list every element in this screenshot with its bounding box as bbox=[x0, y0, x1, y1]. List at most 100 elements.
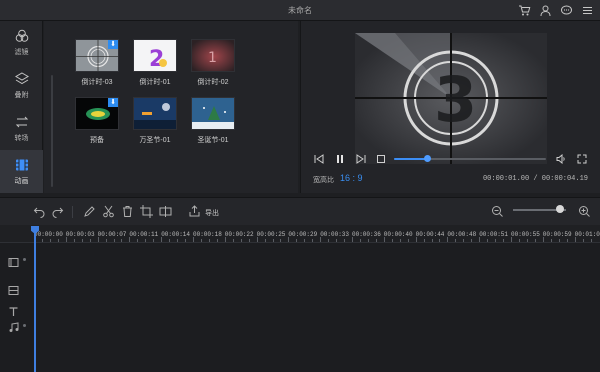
timeline-tick-label: 00:00:18 bbox=[193, 231, 222, 238]
timeline-tick-mark bbox=[240, 239, 242, 242]
timeline-tick-mark bbox=[590, 239, 592, 242]
library-item-countdown-02[interactable]: 1 倒计时-02 bbox=[191, 39, 235, 87]
timeline-tick-mark bbox=[367, 239, 369, 242]
thumbnail bbox=[133, 97, 177, 130]
timeline-tick-mark bbox=[208, 239, 210, 242]
stop-icon[interactable] bbox=[376, 154, 386, 164]
timeline-tick-mark bbox=[423, 239, 425, 242]
thumbnail: 2 bbox=[133, 39, 177, 72]
aspect-ratio-selector[interactable]: 16 : 9 bbox=[340, 173, 363, 183]
timeline-tick-mark bbox=[105, 239, 107, 242]
timeline-tick-mark bbox=[224, 237, 226, 242]
timeline-ruler[interactable]: 00:00:00 00:00:03 00:00:07 00:00:11 00:00:14… bbox=[0, 225, 600, 243]
timeline-tracks[interactable] bbox=[0, 243, 600, 372]
volume-icon[interactable] bbox=[556, 153, 566, 165]
timeline-tick-label: 00:00:29 bbox=[288, 231, 318, 238]
trash-icon[interactable] bbox=[121, 205, 134, 218]
next-frame-icon[interactable] bbox=[356, 154, 366, 164]
library-item-label: 倒计时-01 bbox=[139, 79, 171, 86]
overlay-icon bbox=[14, 71, 30, 87]
timeline-tick-mark bbox=[121, 239, 123, 242]
timeline-tick-mark bbox=[153, 239, 155, 242]
progress-fill bbox=[394, 158, 428, 160]
thumbnail: ⬇ bbox=[75, 97, 119, 130]
timeline-tick-label: 00:00:40 bbox=[383, 231, 413, 238]
zoom-in-icon[interactable] bbox=[578, 205, 591, 218]
timeline-tick-label: 00:00:14 bbox=[161, 231, 190, 238]
timeline-tick-label: 00:00:25 bbox=[256, 231, 286, 238]
timeline-tick-mark bbox=[272, 239, 274, 242]
timeline-tick-mark bbox=[49, 239, 51, 242]
track-add-dot[interactable] bbox=[23, 324, 26, 327]
timeline-tick-mark bbox=[336, 239, 338, 242]
timeline-tick-label: 00:01:02 bbox=[574, 231, 600, 238]
redo-icon[interactable] bbox=[51, 205, 64, 218]
undo-icon[interactable] bbox=[33, 205, 46, 218]
text-track-icon bbox=[8, 306, 19, 317]
timeline-tick-mark bbox=[518, 239, 520, 242]
timeline-tick-mark bbox=[359, 239, 361, 242]
chat-icon[interactable] bbox=[560, 4, 573, 17]
sidebar-item-overlay[interactable]: 叠附 bbox=[0, 64, 43, 107]
sidebar-item-label: 转场 bbox=[14, 135, 29, 142]
timeline-tick-mark bbox=[73, 239, 75, 242]
timeline-tick-mark bbox=[193, 237, 194, 242]
window-title: 未命名 bbox=[288, 6, 312, 15]
sidebar-item-label: 叠附 bbox=[14, 92, 29, 99]
track-add-dot[interactable] bbox=[23, 258, 26, 261]
library-item-christmas-01[interactable]: 圣诞节-01 bbox=[191, 97, 235, 145]
export-icon[interactable] bbox=[188, 205, 201, 218]
zoom-out-icon[interactable] bbox=[491, 205, 504, 218]
sidebar-item-animation[interactable]: 动画 bbox=[0, 150, 43, 193]
timeline-playhead[interactable] bbox=[34, 226, 36, 372]
user-icon[interactable] bbox=[539, 4, 552, 17]
cart-icon[interactable] bbox=[518, 4, 531, 17]
scissors-icon[interactable] bbox=[102, 205, 115, 218]
overlay-track-icon bbox=[8, 285, 19, 296]
download-icon[interactable]: ⬇ bbox=[108, 40, 118, 49]
timeline-tick-mark bbox=[264, 239, 266, 242]
timeline-tick-mark bbox=[511, 237, 512, 242]
export-button[interactable]: 导出 bbox=[205, 208, 219, 218]
sidebar-item-filter[interactable]: 滤镜 bbox=[0, 21, 43, 64]
timeline-tick-mark bbox=[558, 239, 560, 242]
animation-icon bbox=[14, 157, 30, 173]
thumbnail: 1 bbox=[191, 39, 235, 72]
library-item-countdown-01[interactable]: 2 倒计时-01 bbox=[133, 39, 177, 87]
sidebar-item-label: 滤镜 bbox=[14, 49, 29, 56]
timeline-tick-mark bbox=[185, 239, 187, 242]
timeline-tick-mark bbox=[177, 239, 179, 242]
music-track-icon bbox=[8, 322, 19, 333]
timeline-tick-mark bbox=[145, 239, 147, 242]
timeline-tick-mark bbox=[391, 239, 393, 242]
pause-icon[interactable] bbox=[335, 154, 345, 164]
thumbnail: ⬇ bbox=[75, 39, 119, 72]
menu-icon[interactable] bbox=[581, 4, 594, 17]
timeline-tick-mark bbox=[57, 239, 59, 242]
library-item-label: 倒计时-03 bbox=[81, 79, 113, 86]
timeline-tick-mark bbox=[399, 239, 401, 242]
prev-frame-icon[interactable] bbox=[314, 154, 324, 164]
download-icon[interactable]: ⬇ bbox=[108, 98, 118, 107]
split-icon[interactable] bbox=[159, 205, 172, 218]
library-item-label: 万圣节-01 bbox=[139, 137, 171, 144]
timeline-tick-label: 00:00:48 bbox=[447, 231, 477, 238]
timeline-tick-mark bbox=[471, 239, 473, 242]
zoom-slider-handle[interactable] bbox=[555, 205, 564, 213]
toolbar-divider bbox=[72, 206, 73, 218]
fullscreen-icon[interactable] bbox=[577, 154, 587, 164]
pencil-icon[interactable] bbox=[83, 205, 96, 218]
app-window: 未命名 滤镜 叠附 转场 动画 ⬇ 倒计时-03 2 倒计时-01 1 倒计时-… bbox=[0, 0, 600, 372]
playback-progress-bar[interactable] bbox=[394, 155, 546, 162]
thumbnail bbox=[191, 97, 235, 130]
timeline-tick-mark bbox=[407, 239, 409, 242]
library-item-halloween-01[interactable]: 万圣节-01 bbox=[133, 97, 177, 145]
timeline-tick-mark bbox=[415, 237, 417, 242]
video-preview[interactable]: 3 bbox=[355, 33, 547, 164]
timeline-tick-label: 00:00:11 bbox=[129, 231, 159, 238]
library-item-prepare[interactable]: ⬇ 预备 bbox=[75, 97, 119, 145]
library-scrollbar[interactable] bbox=[51, 75, 53, 187]
sidebar-item-transition[interactable]: 转场 bbox=[0, 107, 43, 150]
crop-icon[interactable] bbox=[140, 205, 153, 218]
library-item-countdown-03[interactable]: ⬇ 倒计时-03 bbox=[75, 39, 119, 87]
